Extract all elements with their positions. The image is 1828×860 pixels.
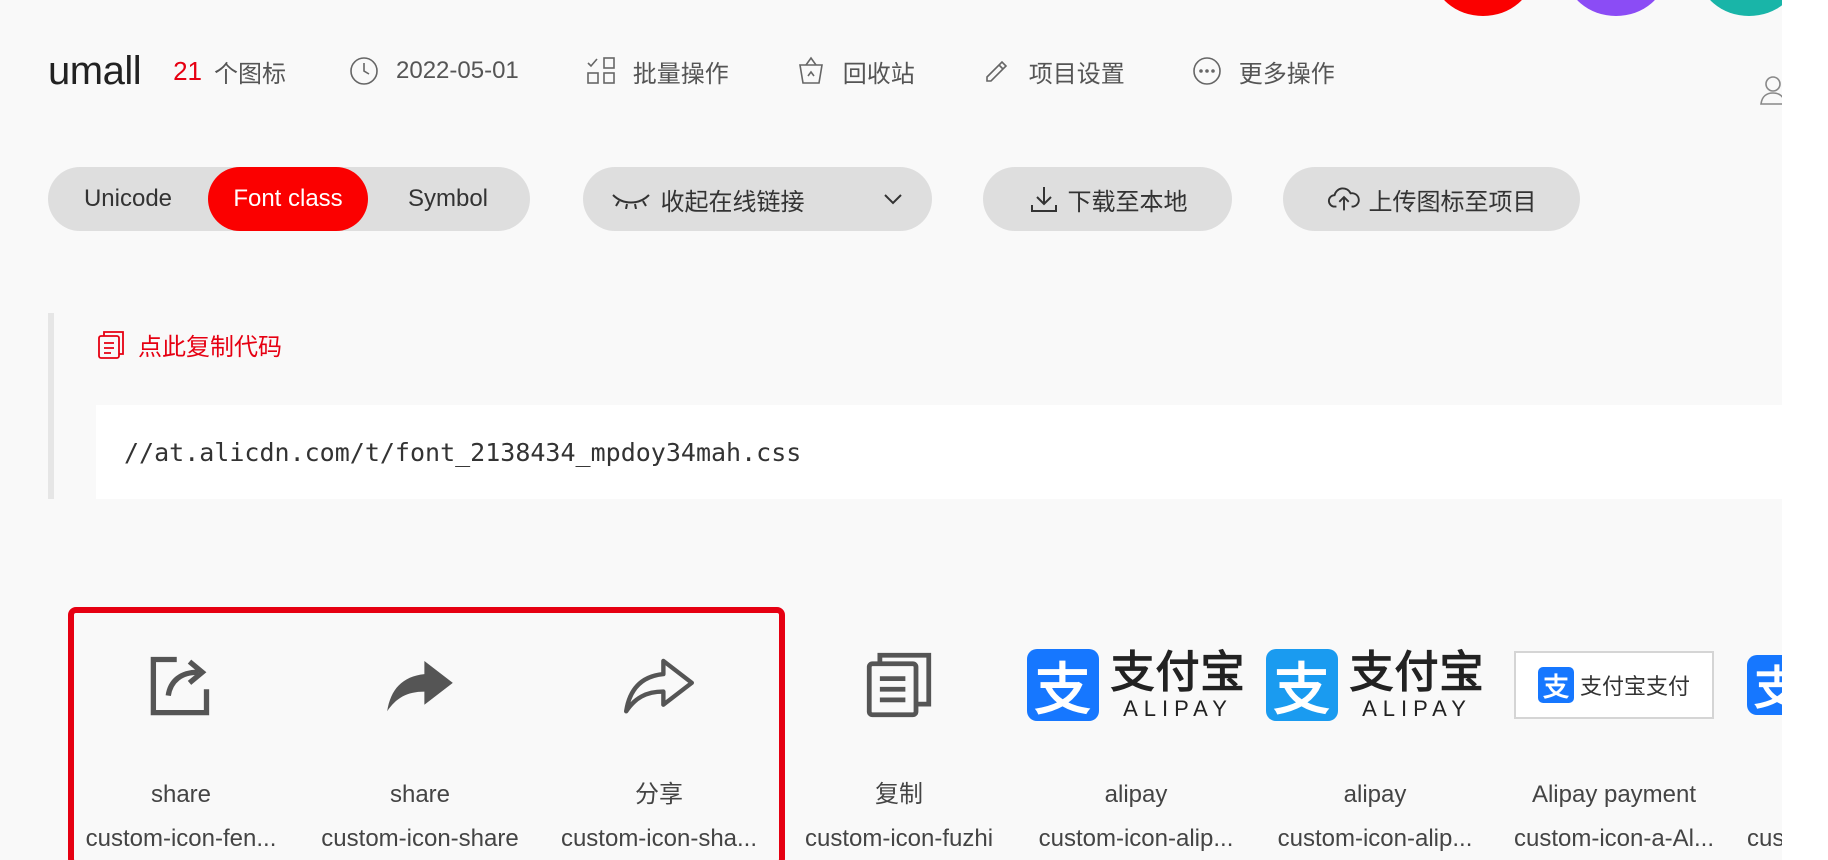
- download-label: 下载至本地: [1067, 188, 1188, 216]
- download-button[interactable]: 下载至本地: [983, 167, 1232, 231]
- collapse-link-button[interactable]: 收起在线链接: [583, 167, 932, 231]
- selection-highlight: [68, 607, 785, 860]
- icon-count-label: 个图标: [214, 60, 287, 88]
- clock-icon: [350, 57, 378, 85]
- icon-class-name: custom-icon-alip...: [1038, 825, 1234, 852]
- project-settings-button[interactable]: 项目设置: [981, 54, 1125, 89]
- alipay-payment-icon: 支 支付宝支付: [1514, 651, 1714, 719]
- icon-card[interactable]: 复制 custom-icon-fuzhi: [780, 630, 1018, 854]
- trash-basket-icon: [798, 56, 823, 84]
- eye-closed-icon: [611, 194, 650, 209]
- project-title: umall: [48, 48, 142, 93]
- css-url-code[interactable]: //at.alicdn.com/t/font_2138434_mpdoy34ma…: [96, 405, 1788, 499]
- icon-class-name: custom-icon-fuzhi: [804, 825, 994, 852]
- recycle-bin-button[interactable]: 回收站: [795, 54, 915, 89]
- code-panel: 点此复制代码 //at.alicdn.com/t/font_2138434_mp…: [48, 313, 1788, 499]
- recycle-bin-label: 回收站: [842, 60, 915, 88]
- copy-document-icon: [866, 652, 932, 718]
- icon-count: 21: [173, 55, 203, 86]
- pencil-icon: [985, 60, 1007, 82]
- alipay-logo-icon: 支 支付宝 ALIPAY: [1026, 649, 1246, 721]
- upload-label: 上传图标至项目: [1368, 188, 1537, 216]
- icon-class-name: custom-icon-a-Al...: [1513, 825, 1715, 852]
- project-settings-label: 项目设置: [1028, 60, 1125, 88]
- icon-card[interactable]: 支 支付宝 ALIPAY alipay custom-icon-alip...: [1256, 630, 1494, 854]
- icon-card[interactable]: 支 支付宝支付 Alipay payment custom-icon-a-Al.…: [1495, 630, 1733, 854]
- tab-font-class[interactable]: Font class: [208, 167, 368, 231]
- copy-code-button[interactable]: 点此复制代码: [96, 327, 282, 362]
- more-actions-button[interactable]: 更多操作: [1191, 54, 1335, 89]
- more-actions-label: 更多操作: [1238, 60, 1335, 88]
- icon-name: Alipay payment: [1531, 781, 1697, 808]
- viewport-edge: [1782, 0, 1828, 860]
- batch-operation-button[interactable]: 批量操作: [585, 54, 729, 89]
- icon-card[interactable]: 支 支付宝 ALIPAY alipay custom-icon-alip...: [1017, 630, 1255, 854]
- copy-document-icon: [98, 330, 124, 359]
- collapse-link-label: 收起在线链接: [660, 188, 805, 216]
- date-label: 2022-05-01: [396, 57, 519, 84]
- avatar[interactable]: [1566, 0, 1666, 16]
- cloud-upload-icon: [1327, 187, 1360, 211]
- format-tabs: Unicode Font class Symbol: [48, 167, 530, 231]
- batch-grid-icon: [586, 57, 615, 84]
- icon-class-name: custom-icon-alip...: [1277, 825, 1473, 852]
- tab-unicode[interactable]: Unicode: [48, 167, 208, 231]
- date-item: 2022-05-01: [348, 55, 519, 87]
- more-dots-icon: [1192, 57, 1221, 85]
- icon-name: alipay: [1104, 781, 1168, 808]
- avatar[interactable]: [1433, 0, 1533, 16]
- project-header: umall 21 个图标 2022-05-01 批量操作 回收站 项目设置 更多…: [48, 42, 1401, 100]
- chevron-down-icon: [883, 194, 902, 205]
- tab-symbol[interactable]: Symbol: [368, 167, 528, 231]
- copy-code-label: 点此复制代码: [138, 334, 282, 361]
- upload-button[interactable]: 上传图标至项目: [1283, 167, 1580, 231]
- icon-name: 复制: [875, 781, 923, 808]
- batch-operation-label: 批量操作: [632, 60, 729, 88]
- alipay-logo-light-icon: 支 支付宝 ALIPAY: [1265, 649, 1485, 721]
- icon-name: alipay: [1343, 781, 1407, 808]
- download-icon: [1030, 187, 1057, 212]
